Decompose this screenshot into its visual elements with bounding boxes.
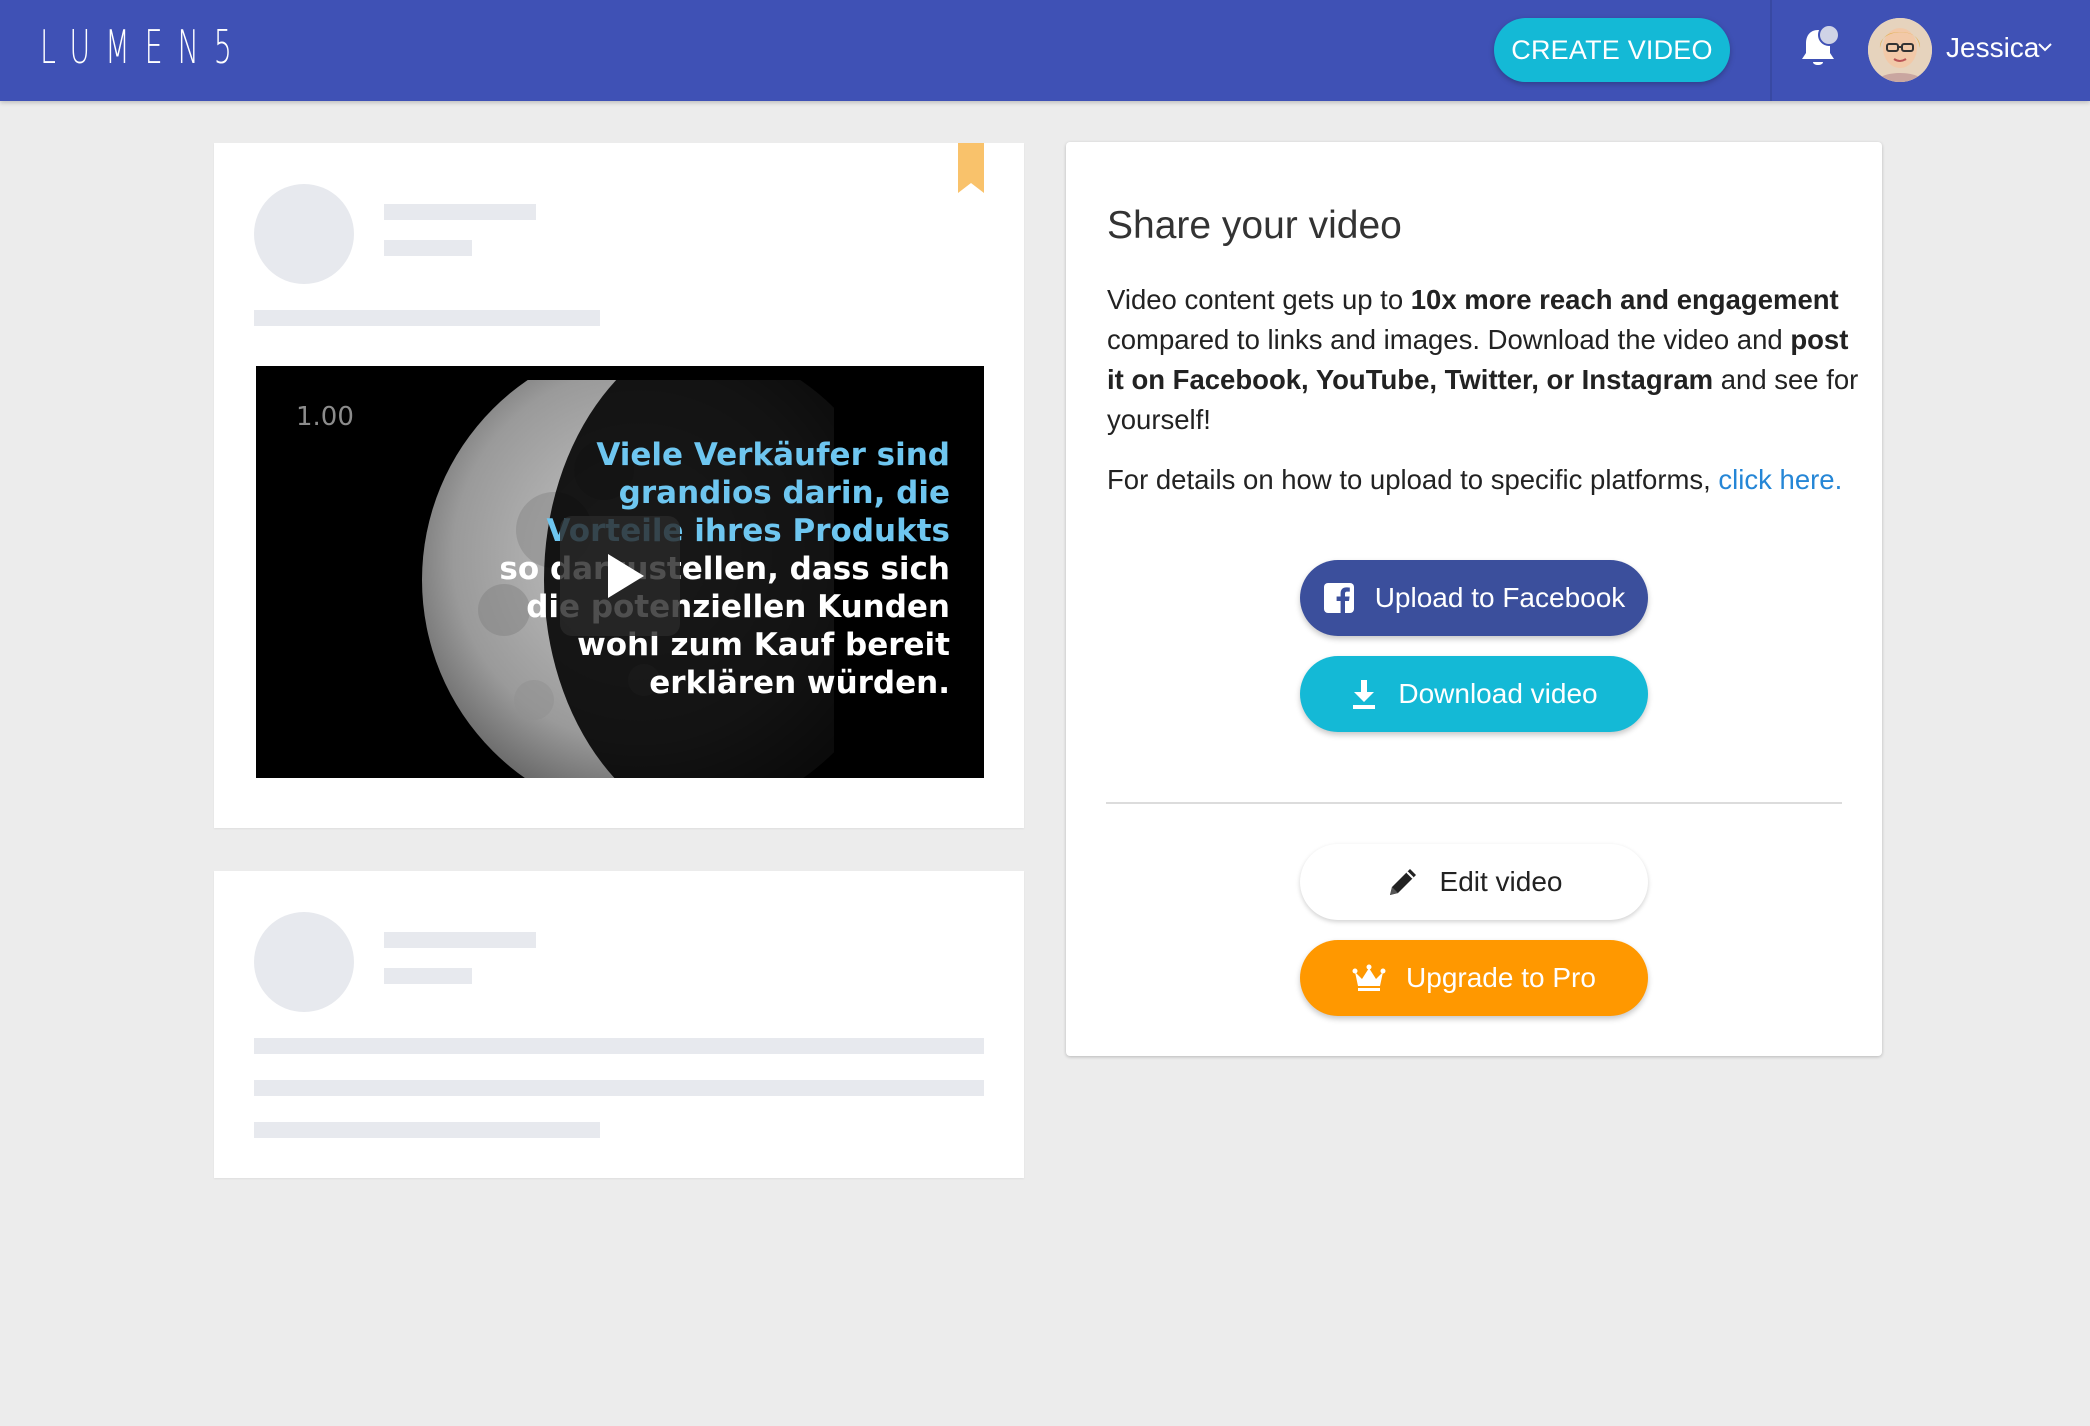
desc-bold: 10x more reach and engagement bbox=[1410, 284, 1839, 315]
placeholder-line bbox=[254, 1038, 984, 1054]
share-title: Share your video bbox=[1107, 204, 1402, 247]
upgrade-to-pro-button[interactable]: Upgrade to Pro bbox=[1300, 940, 1648, 1016]
caption-line: grandios darin, die bbox=[618, 475, 950, 511]
share-details: For details on how to upload to specific… bbox=[1107, 460, 1877, 500]
crown-icon bbox=[1352, 964, 1386, 991]
notification-dot bbox=[1818, 24, 1840, 46]
button-label: Download video bbox=[1398, 678, 1598, 709]
button-label: Upgrade to Pro bbox=[1406, 962, 1596, 993]
username[interactable]: Jessica bbox=[1946, 28, 2039, 68]
chevron-down-icon[interactable] bbox=[2036, 40, 2054, 54]
desc-text: Video content gets up to bbox=[1107, 284, 1411, 315]
placeholder-line bbox=[384, 932, 536, 948]
play-icon bbox=[608, 554, 644, 598]
bookmark-icon[interactable] bbox=[958, 143, 984, 193]
avatar[interactable] bbox=[1868, 18, 1932, 82]
button-label: Edit video bbox=[1439, 866, 1563, 897]
button-label: Upload to Facebook bbox=[1374, 582, 1626, 613]
upload-to-facebook-button[interactable]: Upload to Facebook bbox=[1300, 560, 1648, 636]
play-button[interactable] bbox=[560, 516, 680, 636]
pencil-icon bbox=[1389, 869, 1416, 895]
facebook-icon bbox=[1323, 583, 1354, 613]
placeholder-line bbox=[384, 204, 536, 220]
avatar-image bbox=[1868, 18, 1932, 82]
navbar-divider bbox=[1770, 0, 1772, 101]
lumen5-logo[interactable]: LUMEN5 bbox=[40, 22, 247, 72]
top-navbar: LUMEN5 CREATE VIDEO Jessica bbox=[0, 0, 2090, 101]
placeholder-line bbox=[254, 1122, 600, 1138]
details-text: For details on how to upload to specific… bbox=[1107, 464, 1719, 495]
caption-line: erklären würden. bbox=[649, 665, 950, 701]
placeholder-avatar bbox=[254, 184, 354, 284]
placeholder-avatar bbox=[254, 912, 354, 1012]
placeholder-line bbox=[254, 310, 600, 326]
placeholder-line bbox=[384, 240, 472, 256]
share-description: Video content gets up to 10x more reach … bbox=[1107, 280, 1867, 440]
create-video-button[interactable]: CREATE VIDEO bbox=[1494, 18, 1730, 82]
placeholder-line bbox=[254, 1080, 984, 1096]
download-video-button[interactable]: Download video bbox=[1300, 656, 1648, 732]
edit-video-button[interactable]: Edit video bbox=[1300, 844, 1648, 920]
desc-text: compared to links and images. Download t… bbox=[1107, 324, 1791, 355]
caption-line: Viele Verkäufer sind bbox=[596, 437, 950, 473]
click-here-link[interactable]: click here. bbox=[1718, 464, 1842, 495]
section-divider bbox=[1106, 802, 1842, 804]
placeholder-line bbox=[384, 968, 472, 984]
download-icon bbox=[1353, 680, 1376, 709]
video-timestamp: 1.00 bbox=[296, 402, 354, 432]
